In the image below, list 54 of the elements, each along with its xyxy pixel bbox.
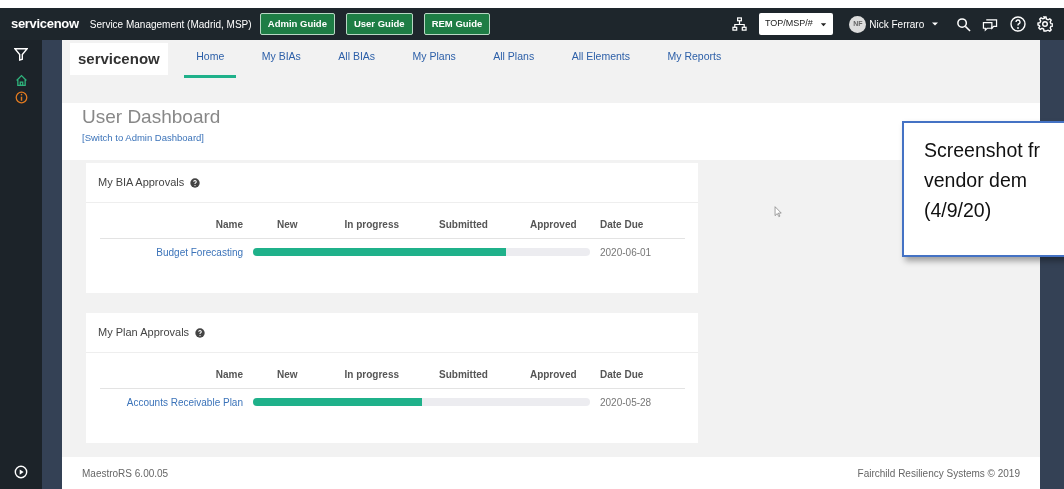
nav-tab[interactable]: My Reports (655, 38, 734, 78)
column-header: Approved (529, 368, 577, 382)
version-text: MaestroRS 6.00.05 (82, 466, 169, 481)
help-icon[interactable] (194, 327, 205, 338)
info-icon[interactable] (14, 90, 28, 104)
help-icon[interactable] (1009, 16, 1026, 32)
date-due: 2020-05-28 (600, 396, 652, 408)
callout-text: Screenshot fr (924, 138, 1041, 163)
column-header: In progress (344, 218, 400, 232)
app-logo: servicenow (70, 42, 168, 76)
nav-tab[interactable]: Home (184, 38, 237, 78)
instance-name: Service Management (Madrid, MSP) (89, 17, 252, 32)
nav-tab[interactable]: All Plans (481, 38, 547, 78)
nav-tab[interactable]: All Elements (559, 38, 642, 78)
chat-icon[interactable] (982, 16, 998, 32)
guide-button[interactable]: User Guide (345, 12, 413, 36)
callout-text: vendor dem (924, 168, 1028, 193)
settings-icon[interactable] (1037, 16, 1053, 32)
domain-select[interactable]: TOP/MSP/# (759, 13, 833, 35)
column-header: Date Due (600, 218, 645, 232)
card-title: My Plan Approvals (98, 325, 190, 341)
caret-icon (820, 20, 827, 28)
date-due: 2020-06-01 (600, 246, 652, 258)
column-header: Submitted (439, 218, 488, 232)
search-icon[interactable] (955, 16, 971, 32)
copyright-text: Fairchild Resiliency Systems © 2019 (857, 466, 1020, 481)
brand-logo: servicenow (11, 15, 79, 34)
filter-icon[interactable] (14, 45, 28, 62)
column-header: In progress (344, 368, 400, 382)
guide-button[interactable]: Admin Guide (259, 12, 335, 36)
play-icon[interactable] (14, 465, 28, 479)
page-title: User Dashboard (82, 106, 222, 129)
callout-text: (4/9/20) (924, 198, 993, 223)
column-header: Approved (529, 218, 577, 232)
caret-icon (931, 20, 939, 28)
card-title: My BIA Approvals (98, 175, 185, 191)
column-header: Date Due (600, 368, 645, 382)
help-icon[interactable] (189, 177, 200, 188)
column-header: Name (214, 218, 243, 232)
guide-button[interactable]: REM Guide (423, 12, 491, 36)
column-header: Submitted (439, 368, 488, 382)
column-header: Name (214, 368, 243, 382)
column-header: New (277, 368, 298, 382)
hierarchy-icon[interactable] (732, 16, 748, 32)
home-icon[interactable] (14, 73, 28, 87)
nav-tab[interactable]: My BIAs (249, 38, 313, 78)
column-header: New (277, 218, 298, 232)
cursor-icon (773, 204, 784, 219)
nav-tab[interactable]: All BIAs (326, 38, 388, 78)
row-link[interactable]: Budget Forecasting (156, 246, 243, 258)
row-link[interactable]: Accounts Receivable Plan (126, 396, 243, 408)
switch-dashboard-link[interactable]: [Switch to Admin Dashboard] (82, 131, 204, 143)
user-menu[interactable]: Nick Ferraro (869, 16, 925, 32)
nav-tab[interactable]: My Plans (400, 38, 468, 78)
